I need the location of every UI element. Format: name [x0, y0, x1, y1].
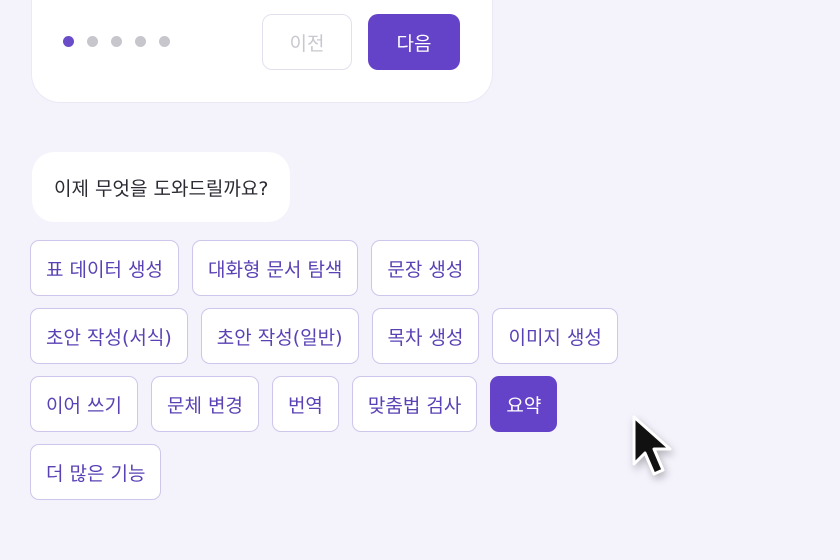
chip-more-features[interactable]: 더 많은 기능 — [30, 444, 162, 500]
chip-row: 초안 작성(서식) 초안 작성(일반) 목차 생성 이미지 생성 — [30, 308, 810, 364]
step-dot-4 — [135, 36, 146, 47]
chip-draft-general[interactable]: 초안 작성(일반) — [200, 308, 359, 364]
chip-table-data[interactable]: 표 데이터 생성 — [30, 240, 179, 296]
chip-style-change[interactable]: 문체 변경 — [150, 376, 259, 432]
step-dot-5 — [159, 36, 170, 47]
chip-sentence-gen[interactable]: 문장 생성 — [371, 240, 480, 296]
chip-row: 더 많은 기능 — [30, 444, 810, 500]
assistant-message: 이제 무엇을 도와드릴까요? — [32, 152, 291, 222]
step-dot-3 — [111, 36, 122, 47]
chip-summarize[interactable]: 요약 — [490, 376, 558, 432]
chip-spellcheck[interactable]: 맞춤법 검사 — [351, 376, 478, 432]
step-dot-1 — [63, 36, 74, 47]
chip-translate[interactable]: 번역 — [271, 376, 339, 432]
step-indicator — [63, 36, 170, 47]
next-button[interactable]: 다음 — [368, 14, 460, 70]
step-dot-2 — [87, 36, 98, 47]
previous-button[interactable]: 이전 — [262, 14, 352, 70]
chip-row: 이어 쓰기 문체 변경 번역 맞춤법 검사 요약 — [30, 376, 810, 432]
chip-toc-gen[interactable]: 목차 생성 — [371, 308, 480, 364]
chip-row: 표 데이터 생성 대화형 문서 탐색 문장 생성 — [30, 240, 810, 296]
chip-image-gen[interactable]: 이미지 생성 — [492, 308, 618, 364]
mouse-pointer-icon — [632, 415, 672, 476]
suggestion-chips: 표 데이터 생성 대화형 문서 탐색 문장 생성 초안 작성(서식) 초안 작성… — [30, 240, 810, 512]
chip-continue-writing[interactable]: 이어 쓰기 — [30, 376, 138, 432]
chip-draft-format[interactable]: 초안 작성(서식) — [30, 308, 188, 364]
chip-doc-explore[interactable]: 대화형 문서 탐색 — [191, 240, 359, 296]
